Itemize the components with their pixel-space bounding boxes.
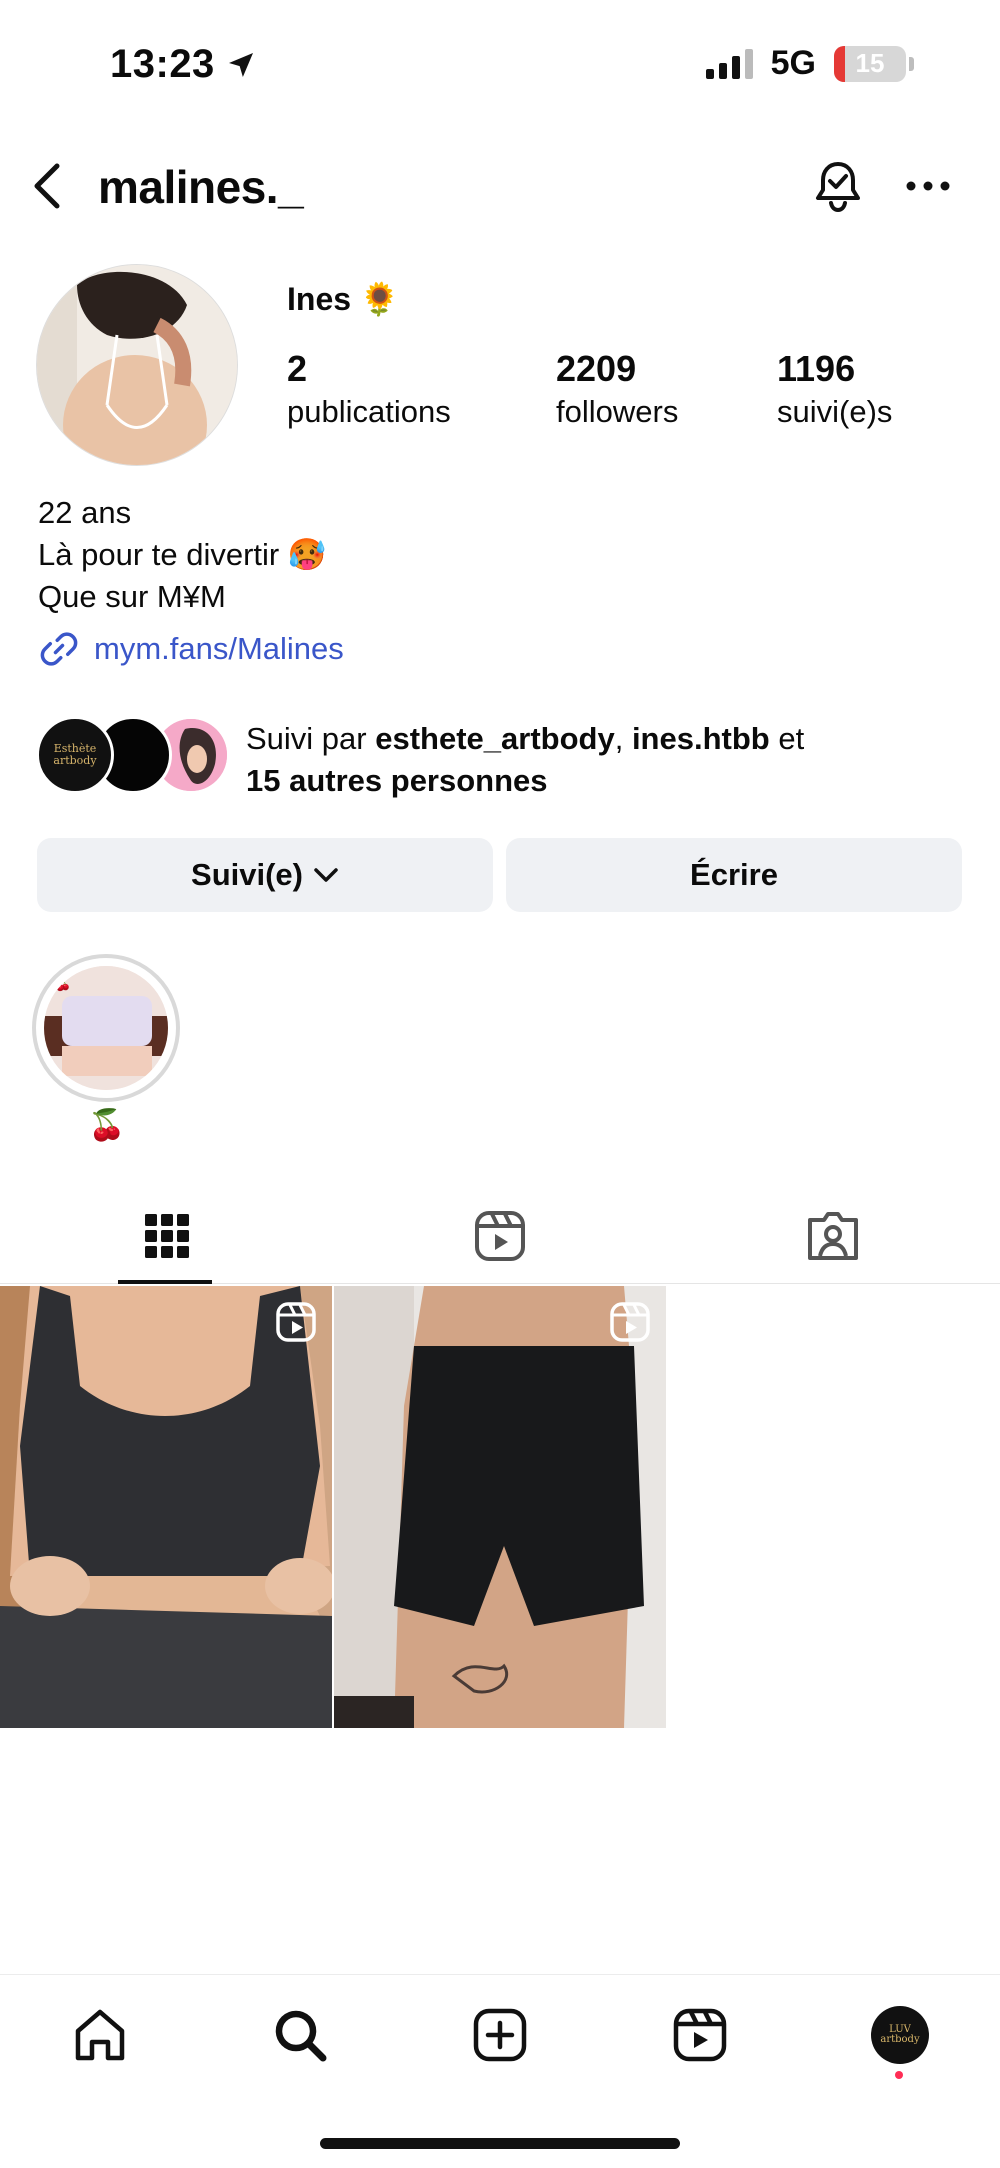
link-icon	[40, 632, 78, 666]
battery-fill	[834, 45, 845, 82]
display-name: Ines 🌻	[287, 281, 400, 317]
network-label: 5G	[770, 44, 816, 82]
status-bar: 13:23 5G 15	[0, 0, 1000, 130]
nav-search[interactable]	[260, 1995, 340, 2075]
more-horizontal-icon	[906, 181, 950, 191]
back-button[interactable]	[22, 158, 72, 214]
reels-icon	[673, 2008, 727, 2062]
notification-dot	[895, 2071, 903, 2079]
home-indicator[interactable]	[320, 2138, 680, 2149]
mutual-user-1: esthete_artbody	[375, 721, 615, 756]
bell-check-icon	[816, 162, 860, 213]
chevron-left-icon	[34, 163, 60, 209]
chevron-down-icon	[314, 868, 338, 882]
mutual-prefix: Suivi par	[246, 721, 376, 756]
profile-avatar[interactable]	[36, 264, 238, 466]
nav-create[interactable]	[460, 1995, 540, 2075]
mutual-follower-avatar: Esthète artbody	[36, 716, 114, 794]
stat-publications[interactable]: 2 publications	[287, 348, 451, 430]
stat-label: followers	[556, 394, 679, 429]
nav-profile[interactable]: LUV artbody	[860, 1995, 940, 2075]
status-time: 13:23	[110, 42, 257, 87]
highlight-label: 🍒	[88, 1109, 126, 1142]
tab-tagged[interactable]	[666, 1188, 999, 1284]
create-icon	[473, 2008, 527, 2062]
bio-link-text: mym.fans/Malines	[94, 631, 344, 666]
home-icon	[75, 2009, 125, 2061]
message-button-label: Écrire	[690, 857, 778, 892]
stat-following[interactable]: 1196 suivi(e)s	[777, 348, 892, 430]
profile-header: malines._	[0, 140, 1000, 230]
following-button-label: Suivi(e)	[191, 857, 303, 892]
highlight-cover: 🍒	[44, 966, 168, 1090]
post-image	[0, 1286, 332, 1728]
bio-link[interactable]: mym.fans/Malines	[38, 628, 344, 670]
bio-line: Que sur M¥M	[38, 579, 226, 614]
battery-icon: 15	[834, 45, 906, 82]
reels-icon	[474, 1211, 525, 1261]
signal-icon	[705, 48, 753, 79]
reel-indicator-icon	[276, 1302, 316, 1342]
username-title: malines._	[98, 161, 304, 213]
svg-text:🍒: 🍒	[54, 975, 71, 992]
profile-tabs	[0, 1188, 1000, 1284]
highlight-photo: 🍒	[44, 966, 168, 1090]
tab-reels[interactable]	[333, 1188, 666, 1284]
location-arrow-icon	[228, 52, 253, 77]
message-button[interactable]: Écrire	[506, 838, 962, 912]
bottom-navigation: LUV artbody	[0, 1974, 1000, 2094]
stat-label: suivi(e)s	[777, 394, 893, 429]
highlight-ring: 🍒	[32, 954, 180, 1102]
reel-indicator-icon	[610, 1302, 650, 1342]
stat-value: 1196	[777, 348, 856, 389]
nav-home[interactable]	[60, 1995, 140, 2075]
grid-icon	[144, 1214, 189, 1258]
post-image	[334, 1286, 666, 1728]
mutual-separator: ,	[614, 721, 632, 756]
more-options-button[interactable]	[896, 154, 960, 218]
following-button[interactable]: Suivi(e)	[37, 838, 493, 912]
tagged-icon	[807, 1212, 858, 1260]
story-highlight[interactable]: 🍒 🍒	[32, 954, 182, 1143]
nav-reels[interactable]	[660, 1995, 740, 2075]
stat-value: 2209	[556, 348, 637, 389]
active-tab-indicator	[118, 1280, 212, 1284]
stat-label: publications	[287, 394, 451, 429]
bio-line: 22 ans	[38, 495, 132, 530]
mutual-followers[interactable]: Esthète artbody Suivi par esthete_artbod…	[36, 716, 976, 798]
tab-grid[interactable]	[0, 1188, 333, 1284]
battery-level: 15	[855, 48, 885, 78]
post-thumbnail[interactable]	[334, 1286, 666, 1728]
stat-value: 2	[287, 348, 308, 389]
post-thumbnail[interactable]	[0, 1286, 332, 1728]
profile-avatar-small: LUV artbody	[871, 2006, 929, 2064]
bio-line: Là pour te divertir 🥵	[38, 537, 327, 572]
profile-photo	[37, 265, 237, 465]
mutual-others: 15 autres personnes	[246, 763, 548, 798]
nav-avatar-text: LUV artbody	[880, 2024, 920, 2045]
mutual-user-2: ines.htbb	[631, 721, 770, 756]
notifications-button[interactable]	[806, 154, 870, 218]
mutual-followers-text: Suivi par esthete_artbody, ines.htbb et 1…	[246, 718, 966, 802]
mutual-conjunction: et	[769, 721, 805, 756]
stat-followers[interactable]: 2209 followers	[556, 348, 678, 430]
status-indicators: 5G 15	[705, 44, 914, 83]
profile-bio: 22 ans Là pour te divertir 🥵 Que sur M¥M	[38, 492, 326, 618]
battery-tip	[909, 56, 914, 71]
status-time-text: 13:23	[110, 42, 215, 86]
search-icon	[275, 2010, 327, 2062]
mutual-follower-logo-text: Esthète artbody	[53, 742, 97, 767]
